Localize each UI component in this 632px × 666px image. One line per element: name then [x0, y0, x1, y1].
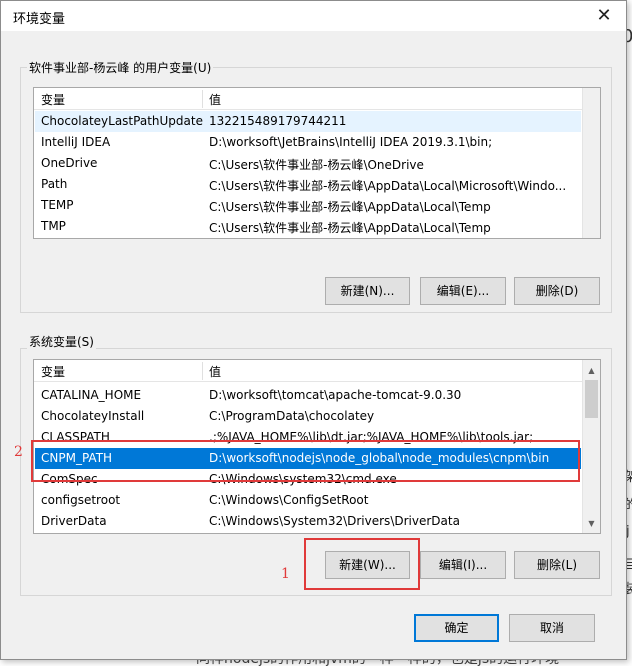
vertical-scrollbar[interactable]	[582, 88, 600, 238]
list-header: 变量 值	[34, 88, 582, 110]
variable-value: C:\Windows\ConfigSetRoot	[209, 493, 369, 507]
variable-name: configsetroot	[41, 493, 121, 507]
table-row[interactable]: DriverData C:\Windows\System32\Drivers\D…	[35, 511, 581, 532]
variable-value: 132215489179744211	[209, 114, 347, 128]
variable-value: C:\ProgramData\chocolatey	[209, 409, 375, 423]
list-header: 变量 值	[34, 360, 582, 382]
table-row[interactable]: IntelliJ IDEA D:\worksoft\JetBrains\Inte…	[35, 132, 581, 153]
column-header-name[interactable]: 变量	[41, 91, 65, 108]
column-header-name[interactable]: 变量	[41, 363, 65, 380]
close-icon[interactable]: ✕	[592, 5, 616, 27]
variable-value: C:\Users\软件事业部-杨云峰\AppData\Local\Temp	[209, 221, 491, 235]
scroll-down-arrow-icon[interactable]: ▼	[583, 515, 600, 532]
table-row[interactable]: Path C:\Users\软件事业部-杨云峰\AppData\Local\Mi…	[35, 174, 581, 195]
column-header-value[interactable]: 值	[209, 91, 221, 108]
table-row[interactable]: OneDrive C:\Users\软件事业部-杨云峰\OneDrive	[35, 153, 581, 174]
annotation-number-1: 1	[281, 566, 290, 582]
annotation-highlight-row	[31, 440, 580, 482]
variable-name: DriverData	[41, 514, 107, 528]
variable-value: D:\worksoft\tomcat\apache-tomcat-9.0.30	[209, 388, 462, 402]
system-variables-label: 系统变量(S)	[27, 333, 96, 350]
vertical-scrollbar[interactable]: ▲ ▼	[582, 360, 600, 533]
window-title: 环境变量	[13, 12, 66, 27]
variable-value: C:\Windows\System32\Drivers\DriverData	[209, 514, 460, 528]
variable-name: OneDrive	[41, 156, 98, 170]
variable-value: C:\Users\软件事业部-杨云峰\OneDrive	[209, 158, 424, 172]
variable-value: D:\worksoft\JetBrains\IntelliJ IDEA 2019…	[209, 135, 493, 149]
scroll-up-arrow-icon[interactable]: ▲	[583, 362, 600, 379]
cancel-button[interactable]: 取消	[509, 614, 595, 642]
ok-button[interactable]: 确定	[414, 614, 499, 642]
variable-name: ChocolateyInstall	[41, 409, 145, 423]
variable-value: C:\Users\软件事业部-杨云峰\AppData\Local\Microso…	[209, 179, 567, 193]
variable-name: CATALINA_HOME	[41, 388, 142, 402]
user-delete-button[interactable]: 删除(D)	[514, 277, 600, 305]
scrollbar-thumb[interactable]	[585, 380, 598, 418]
table-row[interactable]: configsetroot C:\Windows\ConfigSetRoot	[35, 490, 581, 511]
variable-name: ChocolateyLastPathUpdate	[41, 114, 203, 128]
variable-value: C:\Users\软件事业部-杨云峰\AppData\Local\Temp	[209, 200, 491, 214]
variable-name: TMP	[41, 219, 66, 233]
system-delete-button[interactable]: 删除(L)	[514, 551, 600, 579]
user-new-button[interactable]: 新建(N)...	[325, 277, 410, 305]
user-variables-list[interactable]: 变量 值 ChocolateyLastPathUpdate 1322154891…	[33, 87, 601, 239]
variable-name: IntelliJ IDEA	[41, 135, 111, 149]
title-bar[interactable]: 环境变量 ✕	[1, 1, 626, 31]
variable-name: TEMP	[41, 198, 74, 212]
user-edit-button[interactable]: 编辑(E)...	[420, 277, 506, 305]
user-variables-label: 软件事业部-杨云峰 的用户变量(U)	[27, 59, 214, 76]
table-row[interactable]: TEMP C:\Users\软件事业部-杨云峰\AppData\Local\Te…	[35, 195, 581, 216]
annotation-number-2: 2	[14, 444, 23, 460]
column-divider[interactable]	[202, 90, 203, 108]
column-header-value[interactable]: 值	[209, 363, 221, 380]
column-divider[interactable]	[202, 362, 203, 380]
system-edit-button[interactable]: 编辑(I)...	[420, 551, 506, 579]
variable-name: Path	[41, 177, 68, 191]
table-row[interactable]: TMP C:\Users\软件事业部-杨云峰\AppData\Local\Tem…	[35, 216, 581, 237]
table-row[interactable]: CATALINA_HOME D:\worksoft\tomcat\apache-…	[35, 385, 581, 406]
table-row[interactable]: ChocolateyLastPathUpdate 132215489179744…	[35, 111, 581, 132]
table-row[interactable]: ChocolateyInstall C:\ProgramData\chocola…	[35, 406, 581, 427]
annotation-highlight-button	[304, 538, 420, 590]
